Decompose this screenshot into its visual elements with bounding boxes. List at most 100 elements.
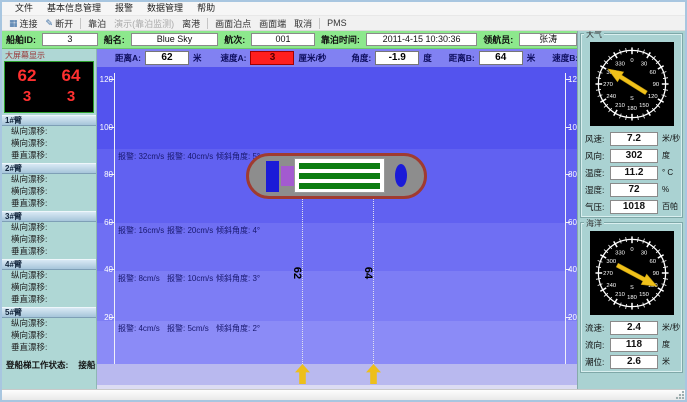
gangway-status: 登船梯工作状态: 接船 [2,359,96,371]
env-label: 气压: [585,201,610,213]
display-speed-a: 3 [5,87,49,107]
sidebar-group-row: 垂直漂移: [2,294,96,306]
svg-text:240: 240 [606,94,617,100]
connect-icon: ▦ [9,19,18,28]
svg-text:60: 60 [649,70,656,76]
svg-text:S: S [630,96,634,102]
readout-label: 角度: [351,52,371,64]
weather-title: 大气 [584,31,604,39]
y-axis-label: 60 [568,218,577,227]
toolbar-button[interactable]: 靠泊 [84,17,110,30]
toolbar-button-label: 画面端 [259,17,286,30]
info-field-value[interactable]: Blue Sky [131,33,219,46]
y-axis-label: 100 [568,123,577,132]
info-field-value[interactable]: 张涛 [519,33,577,46]
quay-band [97,364,577,385]
sidebar-group-row: 垂直漂移: [2,198,96,210]
env-unit: 百帕 [662,201,678,212]
gangway-status-label: 登船梯工作状态: [6,359,68,371]
env-row: 湿度:72% [583,181,680,198]
svg-text:330: 330 [615,61,626,67]
toolbar-separator [80,18,81,29]
menu-item[interactable]: 文件 [8,2,40,15]
env-row: 风向:302度 [583,147,680,164]
toolbar-button[interactable]: ▦连接 [5,17,42,30]
toolbar-button[interactable]: 取消 [290,17,316,30]
svg-text:90: 90 [652,82,659,88]
sidebar-group-header: 3#臂 [2,211,96,222]
env-label: 流速: [585,322,610,334]
alarm-speed-b-label: 报警: 20cm/s [167,225,214,236]
sidebar-group-row: 纵向漂移: [2,318,96,330]
alarm-speed-a-label: 报警: 4cm/s [118,323,165,334]
body-row: 大屏幕显示 62 64 3 3 1#臂纵向漂移:横向漂移:垂直漂移:2#臂纵向漂… [2,49,577,389]
menu-item[interactable]: 报警 [108,2,140,15]
display-distance-b: 64 [49,64,93,87]
svg-text:150: 150 [639,292,650,298]
toolbar-button[interactable]: 离港 [178,17,204,30]
toolbar-button-label: 取消 [294,17,312,30]
plot-area: 62 64 1201201001008080606040402020报警: 32… [97,67,577,389]
svg-text:240: 240 [606,283,617,289]
env-unit: 米 [662,356,670,367]
info-field-label: 靠泊时间: [321,33,360,46]
svg-text:S: S [630,285,634,291]
toolbar-button-label: 连接 [20,17,38,30]
sensor-line-b [373,199,374,364]
alarm-tilt-label: 倾斜角度: 2° [216,323,263,334]
sidebar-group-row: 横向漂移: [2,282,96,294]
env-value: 2.6 [610,355,658,369]
sidebar-group-row: 横向漂移: [2,138,96,150]
env-value: 1018 [610,200,658,214]
info-field-value[interactable]: 3 [42,33,98,46]
env-label: 风速: [585,133,610,145]
alarm-speed-b-label: 报警: 40cm/s [167,151,214,162]
main-area: 船舶ID:3船名:Blue Sky航次:001靠泊时间:2011-4-15 10… [2,31,685,389]
y-axis-left [114,73,115,364]
sidebar-group-header: 2#臂 [2,163,96,174]
toolbar-button: 演示(靠泊监测) [110,17,178,30]
alarm-speed-b-label: 报警: 10cm/s [167,273,214,284]
sidebar-group-row: 横向漂移: [2,186,96,198]
gangway-status-value: 接船 [78,359,95,371]
env-row: 流向:118度 [583,336,680,353]
zone-band [97,67,577,149]
readout-value: 64 [479,51,523,65]
env-unit: 米/秒 [662,133,680,144]
menu-item[interactable]: 数据管理 [140,2,190,15]
svg-text:60: 60 [649,259,656,265]
info-field-value[interactable]: 001 [251,33,315,46]
info-field-label: 船名: [104,33,125,46]
env-row: 风速:7.2米/秒 [583,130,680,147]
toolbar-button[interactable]: 画面端 [255,17,290,30]
vessel-info-bar: 船舶ID:3船名:Blue Sky航次:001靠泊时间:2011-4-15 10… [2,31,577,49]
alarm-threshold-row: 报警: 4cm/s报警: 5cm/s倾斜角度: 2° [118,323,265,334]
alarm-threshold-row: 报警: 32cm/s报警: 40cm/s倾斜角度: 5° [118,151,265,162]
toolbar-button[interactable]: PMS [323,18,351,28]
env-label: 湿度: [585,184,610,196]
resize-grip-icon[interactable] [675,390,684,399]
menu-bar: 文件基本信息管理报警数据管理帮助 [2,2,685,15]
menu-item[interactable]: 基本信息管理 [40,2,108,15]
readout-unit: 米 [193,52,202,64]
left-column: 船舶ID:3船名:Blue Sky航次:001靠泊时间:2011-4-15 10… [2,31,577,389]
toolbar-button[interactable]: ✎断开 [42,17,78,30]
toolbar-separator [319,18,320,29]
alarm-speed-a-label: 报警: 16cm/s [118,225,165,236]
info-field-value[interactable]: 2011-4-15 10:30:36 [366,33,477,46]
toolbar-button-label: 画面泊点 [215,17,251,30]
svg-text:300: 300 [606,259,617,265]
toolbar-button[interactable]: 画面泊点 [211,17,255,30]
alarm-speed-a-label: 报警: 32cm/s [118,151,165,162]
menu-item[interactable]: 帮助 [190,2,222,15]
readout-label: 距离A: [115,52,141,64]
sidebar-group-header: 4#臂 [2,259,96,270]
info-field-label: 船舶ID: [6,33,36,46]
readout-value: -1.9 [375,51,419,65]
env-value: 2.4 [610,321,658,335]
env-label: 潮位: [585,356,610,368]
toolbar: ▦连接✎断开靠泊演示(靠泊监测)离港画面泊点画面端取消PMS [2,15,685,31]
ship-bow [395,164,407,187]
toolbar-button-label: 离港 [182,17,200,30]
svg-text:210: 210 [615,292,626,298]
